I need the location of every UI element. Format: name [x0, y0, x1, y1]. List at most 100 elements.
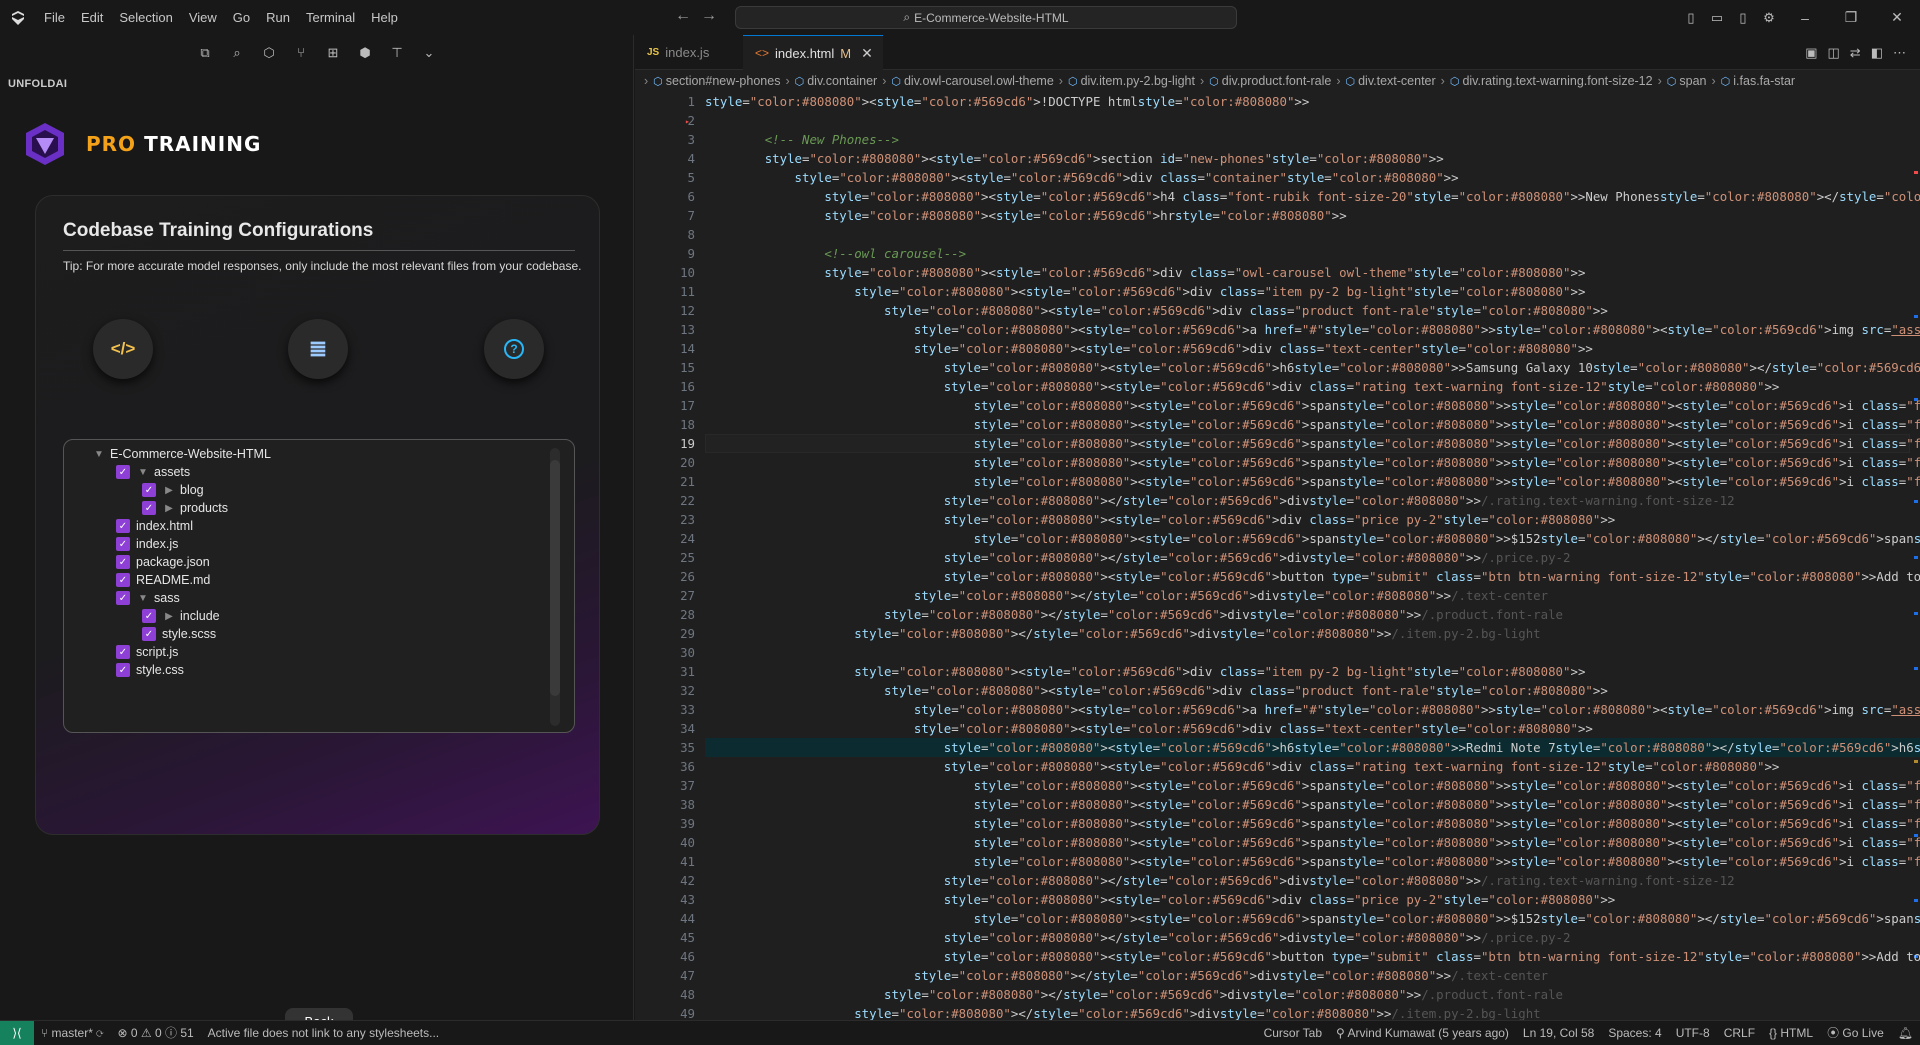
code-line[interactable]: style="color:#808080"><style="color:#569…	[705, 472, 1920, 491]
chevron-down-icon[interactable]: ⌄	[420, 45, 438, 61]
code-line[interactable]: style="color:#808080"><style="color:#569…	[705, 396, 1920, 415]
checkbox[interactable]: ✓	[116, 519, 130, 533]
toggle-panel-icon[interactable]: ▭	[1704, 10, 1730, 26]
code-line[interactable]: style="color:#808080"><style="color:#569…	[705, 510, 1616, 529]
toggle-sidebar-icon[interactable]: ▯	[1678, 10, 1704, 26]
tab-index-js[interactable]: JS index.js	[635, 35, 740, 70]
tree-item[interactable]: ✓ style.scss	[142, 624, 216, 644]
cursor-tab[interactable]: Cursor Tab	[1257, 1026, 1329, 1040]
checkbox[interactable]: ✓	[116, 573, 130, 587]
checkbox[interactable]: ✓	[142, 627, 156, 641]
encoding[interactable]: UTF-8	[1669, 1026, 1717, 1040]
code-line[interactable]: style="color:#808080"><style="color:#569…	[705, 339, 1593, 358]
checkbox[interactable]: ✓	[116, 537, 130, 551]
tree-item[interactable]: ✓ package.json	[116, 552, 210, 572]
split-editor-icon[interactable]: ◧	[1871, 45, 1883, 61]
extensions-icon[interactable]: ⊞	[324, 45, 342, 61]
checkbox[interactable]: ✓	[116, 555, 130, 569]
code-line[interactable]: style="color:#808080"></style="color:#56…	[705, 928, 1571, 947]
remote-icon[interactable]: ⊤	[388, 45, 406, 61]
code-line[interactable]: style="color:#808080"></style="color:#56…	[705, 1004, 1540, 1020]
tree-item[interactable]: ✓ script.js	[116, 642, 178, 662]
tree-item[interactable]: ✓ ▶ include	[142, 606, 220, 626]
code-line[interactable]: style="color:#808080"><style="color:#569…	[705, 320, 1920, 339]
code-line[interactable]: style="color:#808080"><style="color:#569…	[705, 149, 1444, 168]
tree-item[interactable]: ✓ index.html	[116, 516, 193, 536]
code-line[interactable]: style="color:#808080"></style="color:#56…	[705, 491, 1735, 510]
breadcrumb-item[interactable]: ⬡ section#new-phones	[653, 74, 780, 88]
code-line[interactable]: style="color:#808080"><style="color:#569…	[705, 700, 1920, 719]
code-line[interactable]: style="color:#808080"></style="color:#56…	[705, 548, 1571, 567]
expand-triangle-icon[interactable]: ▼	[92, 449, 106, 460]
tree-item[interactable]: ✓ ▼ sass	[116, 588, 180, 608]
menu-item-file[interactable]: File	[36, 0, 73, 35]
tree-item[interactable]: ✓ style.css	[116, 660, 184, 680]
menu-item-help[interactable]: Help	[363, 0, 406, 35]
collapse-triangle-icon[interactable]: ▼	[136, 467, 150, 478]
code-line[interactable]: style="color:#808080"><style="color:#569…	[705, 168, 1459, 187]
code-editor[interactable]: 1 style="color:#808080"><style="color:#56…	[635, 92, 1920, 1020]
checkbox[interactable]: ✓	[116, 645, 130, 659]
more-actions-icon[interactable]: ⋯	[1893, 45, 1906, 61]
language-mode[interactable]: {} HTML	[1762, 1026, 1820, 1040]
code-line[interactable]: style="color:#808080"></style="color:#56…	[705, 985, 1563, 1004]
code-line[interactable]: style="color:#808080"><style="color:#569…	[705, 434, 1920, 453]
menu-item-go[interactable]: Go	[225, 0, 258, 35]
minimize-icon[interactable]: –	[1782, 10, 1828, 26]
code-line[interactable]: style="color:#808080"></style="color:#56…	[705, 871, 1735, 890]
menu-item-edit[interactable]: Edit	[73, 0, 111, 35]
code-line[interactable]: style="color:#808080"><style="color:#569…	[705, 415, 1920, 434]
checkbox[interactable]: ✓	[116, 591, 130, 605]
menu-item-terminal[interactable]: Terminal	[298, 0, 363, 35]
tree-item[interactable]: ✓ ▶ blog	[142, 480, 204, 500]
code-line[interactable]: style="color:#808080"><style="color:#569…	[705, 206, 1346, 225]
collapse-triangle-icon[interactable]: ▼	[136, 593, 150, 604]
code-line[interactable]: style="color:#808080"><style="color:#569…	[705, 358, 1920, 377]
settings-gear-icon[interactable]: ⚙	[1756, 10, 1782, 26]
git-blame[interactable]: ⚲ Arvind Kumawat (5 years ago)	[1329, 1026, 1516, 1040]
cursor-position[interactable]: Ln 19, Col 58	[1516, 1026, 1601, 1040]
code-line[interactable]: style="color:#808080"><style="color:#569…	[705, 263, 1585, 282]
breadcrumb-item[interactable]: ⬡ div.container	[795, 74, 878, 88]
close-window-icon[interactable]: ✕	[1874, 9, 1920, 26]
menu-item-view[interactable]: View	[181, 0, 225, 35]
checkbox[interactable]: ✓	[116, 465, 130, 479]
breadcrumb-item[interactable]: ⬡ i.fas.fa-star	[1721, 74, 1795, 88]
breadcrumb-item[interactable]: ⬡ div.rating.text-warning.font-size-12	[1450, 74, 1653, 88]
search-icon[interactable]: ⌕	[228, 45, 246, 61]
breadcrumb-item[interactable]: ⬡ div.text-center	[1345, 74, 1435, 88]
explorer-icon[interactable]: ⧉	[196, 45, 214, 61]
code-view-button[interactable]: </>	[93, 319, 153, 379]
code-line[interactable]: style="color:#808080"><style="color:#569…	[705, 814, 1920, 833]
branch-indicator[interactable]: ⑂ master* ⟳	[34, 1026, 110, 1040]
menu-item-selection[interactable]: Selection	[111, 0, 180, 35]
compare-icon[interactable]: ⇄	[1850, 45, 1861, 61]
checkbox[interactable]: ✓	[142, 609, 156, 623]
code-line[interactable]: style="color:#808080"><style="color:#569…	[705, 567, 1920, 586]
list-view-button[interactable]: ≣	[288, 319, 348, 379]
code-line[interactable]: style="color:#808080"><style="color:#569…	[705, 92, 1309, 111]
problems-indicator[interactable]: ⊗ 0 ⚠ 0 ⓘ 51	[110, 1024, 200, 1041]
code-line[interactable]: style="color:#808080"></style="color:#56…	[705, 624, 1540, 643]
code-line[interactable]: style="color:#808080"></style="color:#56…	[705, 605, 1563, 624]
code-line[interactable]: style="color:#808080"><style="color:#569…	[705, 377, 1780, 396]
code-line[interactable]: <!-- New Phones-->	[705, 130, 899, 149]
code-line[interactable]: style="color:#808080"></style="color:#56…	[705, 586, 1548, 605]
tree-scrollbar-thumb[interactable]	[550, 460, 560, 696]
code-line[interactable]: style="color:#808080"><style="color:#569…	[705, 776, 1920, 795]
tree-item[interactable]: ▼ E-Commerce-Website-HTML	[92, 444, 271, 464]
go-live-button[interactable]: ⦿ Go Live	[1820, 1024, 1891, 1041]
checkbox[interactable]: ✓	[142, 501, 156, 515]
expand-triangle-icon[interactable]: ▶	[162, 485, 176, 496]
breadcrumb-item[interactable]: ⬡ div.item.py-2.bg-light	[1068, 74, 1195, 88]
menu-item-run[interactable]: Run	[258, 0, 298, 35]
code-line[interactable]: style="color:#808080"><style="color:#569…	[705, 852, 1920, 871]
code-line[interactable]: style="color:#808080"><style="color:#569…	[705, 833, 1920, 852]
notifications-bell-icon[interactable]: 🔔︎	[1891, 1026, 1920, 1040]
open-preview-icon[interactable]: ▣	[1805, 45, 1817, 61]
code-line[interactable]: style="color:#808080"><style="color:#569…	[705, 719, 1593, 738]
expand-triangle-icon[interactable]: ▶	[162, 503, 176, 514]
code-line[interactable]: style="color:#808080"><style="color:#569…	[705, 947, 1920, 966]
close-tab-icon[interactable]: ✕	[861, 45, 873, 62]
breadcrumb-item[interactable]: ⬡ span	[1667, 74, 1707, 88]
